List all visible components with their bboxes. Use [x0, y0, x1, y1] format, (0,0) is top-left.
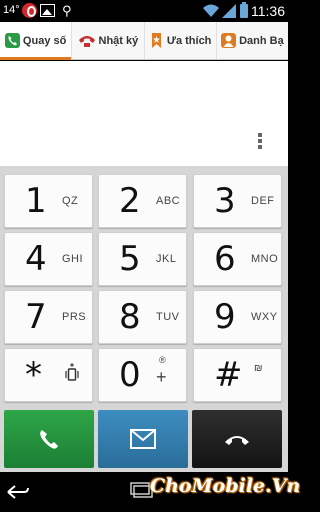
key-5[interactable]: 5 JKL [98, 232, 187, 286]
key-9[interactable]: 9 WXY [193, 290, 282, 344]
tab-label: Danh Bạ [239, 34, 284, 47]
number-display[interactable] [0, 61, 288, 166]
key-digit: 9 [214, 297, 236, 337]
beats-icon [22, 3, 37, 18]
phone-icon [4, 33, 20, 48]
key-letters: WXY [251, 311, 278, 323]
sms-button[interactable] [98, 410, 188, 468]
key-letters: QZ [62, 195, 79, 207]
key-digit: 5 [119, 239, 141, 279]
contact-icon [221, 33, 237, 48]
key-7[interactable]: 7 PRS [4, 290, 93, 344]
key-letters: JKL [156, 253, 177, 265]
tab-dialer[interactable]: Quay số [0, 22, 73, 60]
image-icon [40, 4, 55, 17]
key-digit: 4 [25, 239, 47, 279]
key-1[interactable]: 1 QZ [4, 174, 93, 228]
key-letters: + [156, 367, 168, 387]
battery-icon [240, 2, 248, 18]
watermark-text: ChoMobile.Vn [150, 475, 301, 497]
tab-label: Nhật ký [98, 34, 139, 47]
key-digit: # [214, 355, 243, 395]
key-0[interactable]: 0 + ® [98, 348, 187, 402]
status-bar: 14° ⚲ 11:36 [0, 0, 288, 22]
message-icon [130, 429, 156, 449]
back-icon[interactable] [4, 482, 30, 502]
backspace-icon [225, 436, 249, 445]
key-hash[interactable]: # ₪ [193, 348, 282, 402]
wifi-icon [203, 4, 219, 17]
signal-icon [222, 4, 236, 18]
tab-label: Ưa thích [166, 34, 212, 47]
overflow-menu-icon[interactable] [258, 133, 264, 151]
temperature-label: 14° [3, 4, 20, 16]
vibrate-icon [65, 363, 79, 381]
tab-contacts[interactable]: Danh Bạ [217, 22, 288, 59]
key-digit: * [25, 355, 42, 395]
call-icon [40, 430, 58, 449]
key-digit: 3 [214, 181, 236, 221]
bookmark-star-icon [149, 33, 164, 48]
tab-favorites[interactable]: Ưa thích [145, 22, 217, 59]
call-log-icon [78, 33, 96, 48]
clock: 11:36 [251, 3, 285, 19]
key-digit: 6 [214, 239, 236, 279]
dialpad: 1 QZ 2 ABC 3 DEF 4 GHI 5 JKL 6 MNO 7 PRS… [0, 166, 288, 406]
key-digit: 2 [119, 181, 141, 221]
key-letters: PRS [62, 311, 87, 323]
key-3[interactable]: 3 DEF [193, 174, 282, 228]
key-4[interactable]: 4 GHI [4, 232, 93, 286]
key-digit: 8 [119, 297, 141, 337]
key-6[interactable]: 6 MNO [193, 232, 282, 286]
key-digit: 1 [25, 181, 47, 221]
key-letters: ABC [156, 195, 181, 207]
usb-icon: ⚲ [62, 3, 72, 18]
key-letters: TUV [156, 311, 180, 323]
tab-bar: Quay số Nhật ký Ưa thích Danh Bạ [0, 22, 288, 60]
key-2[interactable]: 2 ABC [98, 174, 187, 228]
tab-call-log[interactable]: Nhật ký [72, 22, 145, 59]
sheqel-icon: ₪ [254, 363, 263, 374]
action-row [0, 406, 288, 472]
key-digit: 0 [119, 355, 141, 395]
key-8[interactable]: 8 TUV [98, 290, 187, 344]
key-digit: 7 [25, 297, 47, 337]
key-star[interactable]: * [4, 348, 93, 402]
key-letters: DEF [251, 195, 275, 207]
call-button[interactable] [4, 410, 94, 468]
key-letters: MNO [251, 253, 279, 265]
end-call-button[interactable] [192, 410, 282, 468]
registered-icon: ® [159, 355, 166, 365]
key-letters: GHI [62, 253, 84, 265]
tab-label: Quay số [22, 34, 67, 47]
